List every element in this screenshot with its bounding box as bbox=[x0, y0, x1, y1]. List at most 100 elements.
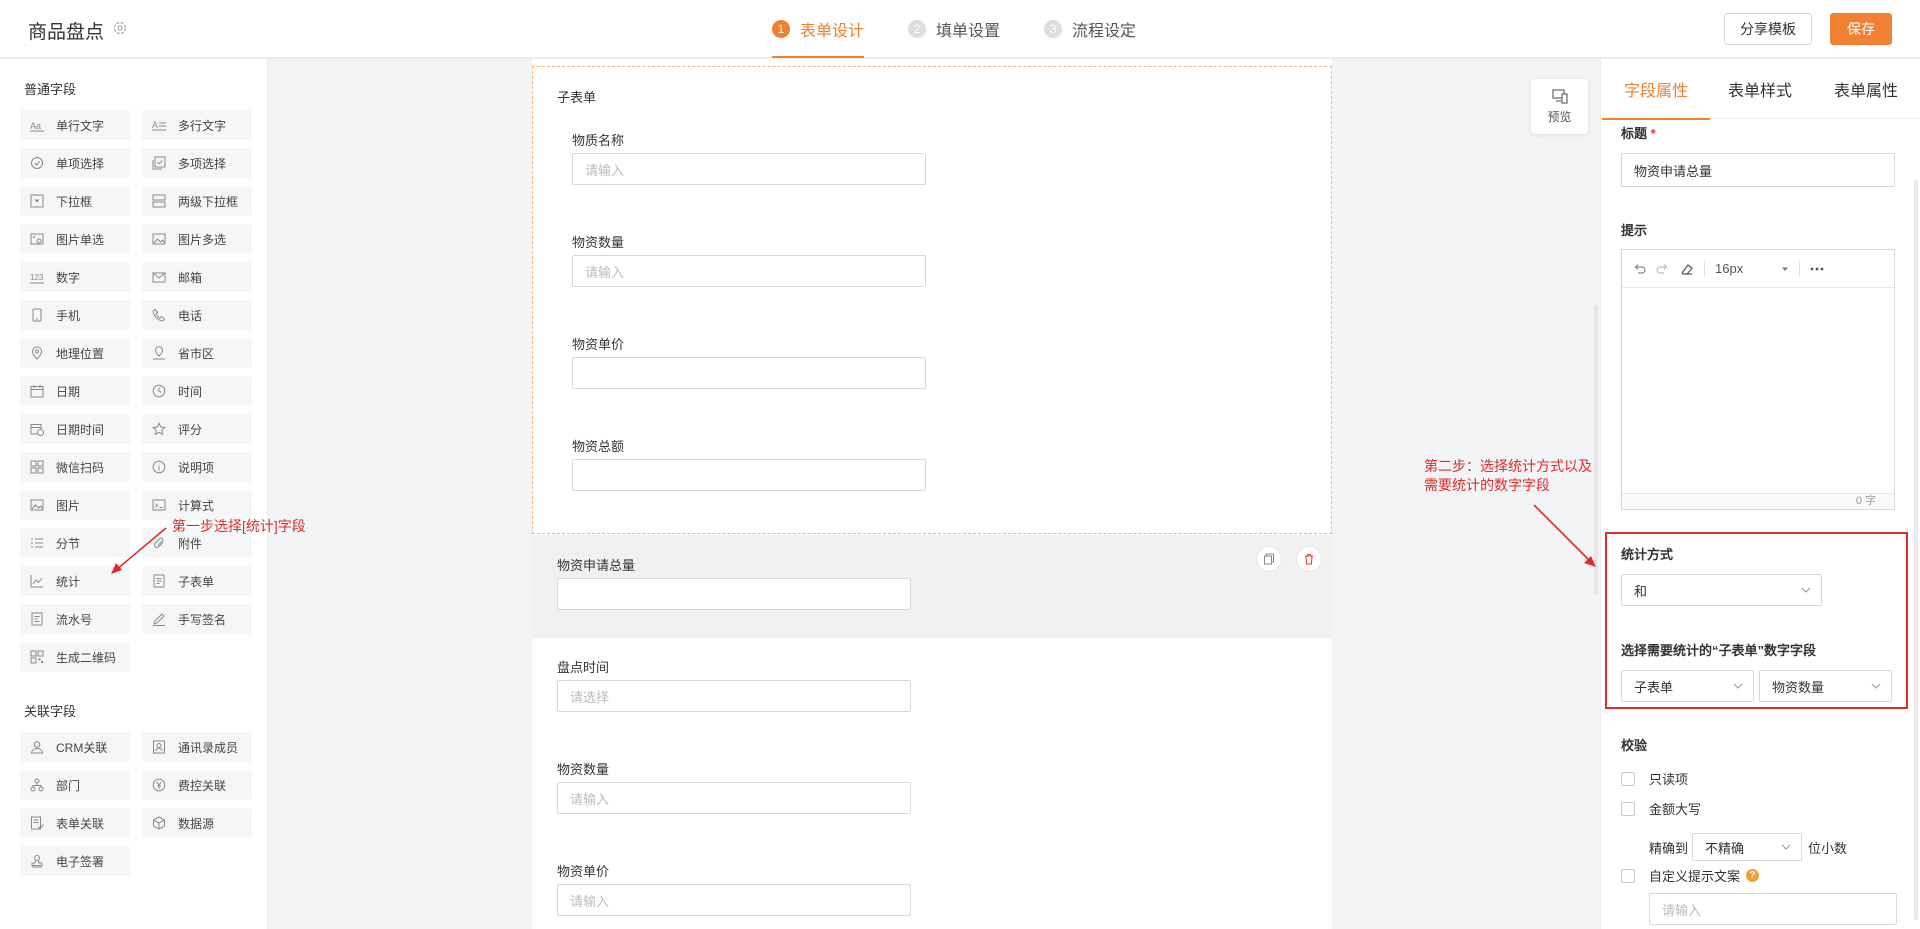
field-type-money[interactable]: 费控关联 bbox=[142, 770, 252, 800]
step-fill-settings[interactable]: 2 填单设置 bbox=[908, 0, 1000, 58]
qr-scan-icon bbox=[30, 460, 44, 474]
step-flow-settings[interactable]: 3 流程设定 bbox=[1044, 0, 1136, 58]
field-type-location[interactable]: 地理位置 bbox=[20, 338, 130, 368]
canvas-scrollbar[interactable] bbox=[1594, 305, 1598, 595]
tab-form-style[interactable]: 表单样式 bbox=[1728, 59, 1792, 119]
field-type-text[interactable]: Aa 单行文字 bbox=[20, 110, 130, 140]
preview-button[interactable]: 预览 bbox=[1531, 79, 1588, 134]
field-type-serial[interactable]: 流水号 bbox=[20, 604, 130, 634]
validate-label: 校验 bbox=[1621, 738, 1648, 753]
field-type-cube[interactable]: 数据源 bbox=[142, 808, 252, 838]
field-type-subform[interactable]: 子表单 bbox=[142, 566, 252, 596]
field-type-image-radio[interactable]: 图片单选 bbox=[20, 224, 130, 254]
readonly-option[interactable]: 只读项 bbox=[1621, 769, 1688, 788]
field-type-label: 省市区 bbox=[178, 346, 215, 361]
field-type-cascade[interactable]: 两级下拉框 bbox=[142, 186, 252, 216]
field-type-org[interactable]: 部门 bbox=[20, 770, 130, 800]
readonly-checkbox[interactable] bbox=[1621, 771, 1635, 786]
more-icon[interactable] bbox=[1810, 267, 1824, 271]
font-size-select[interactable]: 16px bbox=[1715, 261, 1781, 276]
stat-method-value: 和 bbox=[1634, 583, 1648, 599]
field-type-dropdown[interactable]: 下拉框 bbox=[20, 186, 130, 216]
redo-icon[interactable] bbox=[1656, 262, 1670, 276]
field-type-formula[interactable]: 计算式 bbox=[142, 490, 252, 520]
uppercase-option[interactable]: 金额大写 bbox=[1621, 799, 1701, 818]
field-type-qr-scan[interactable]: 微信扫码 bbox=[20, 452, 130, 482]
preview-label: 预览 bbox=[1547, 110, 1572, 124]
subform-field-label: 物资单价 bbox=[572, 337, 625, 352]
field-input[interactable]: 请输入 bbox=[557, 884, 911, 916]
qrcode-icon bbox=[30, 650, 44, 664]
field-type-image[interactable]: 图片 bbox=[20, 490, 130, 520]
stat-field-select[interactable]: 物资数量 bbox=[1759, 670, 1892, 702]
field-type-star[interactable]: 评分 bbox=[142, 414, 252, 444]
field-type-multiline[interactable]: A 多行文字 bbox=[142, 110, 252, 140]
delete-field-button[interactable] bbox=[1296, 546, 1322, 572]
step-label: 填单设置 bbox=[936, 23, 1001, 40]
subform-field-input[interactable] bbox=[572, 357, 926, 389]
uppercase-checkbox[interactable] bbox=[1621, 801, 1635, 816]
subform-field-label: 物资数量 bbox=[572, 235, 625, 250]
field-type-number[interactable]: 123 数字 bbox=[20, 262, 130, 292]
field-type-phone[interactable]: 电话 bbox=[142, 300, 252, 330]
field-type-clock[interactable]: 时间 bbox=[142, 376, 252, 406]
field-type-signature[interactable]: 手写签名 bbox=[142, 604, 252, 634]
help-icon[interactable]: ? bbox=[1746, 869, 1760, 882]
formula-icon bbox=[152, 498, 166, 512]
custom-hint-option[interactable]: 自定义提示文案? bbox=[1621, 866, 1760, 885]
field-type-chart[interactable]: 统计 bbox=[20, 566, 130, 596]
subform-field-input[interactable] bbox=[572, 459, 926, 491]
subform-field-input[interactable]: 请输入 bbox=[572, 255, 926, 287]
field-type-calendar[interactable]: 日期 bbox=[20, 376, 130, 406]
custom-hint-input[interactable]: 请输入 bbox=[1649, 893, 1897, 925]
top-bar: 商品盘点 1 表单设计 2 填单设置 3 流程设定 分享模板 保存 bbox=[0, 0, 1920, 58]
hint-editor[interactable]: 16px 0 字 bbox=[1621, 249, 1895, 510]
precision-select[interactable]: 不精确 bbox=[1692, 833, 1803, 861]
selected-field-input[interactable] bbox=[557, 578, 911, 610]
field-input[interactable]: 请选择 bbox=[557, 680, 911, 712]
eraser-icon[interactable] bbox=[1680, 262, 1694, 276]
stat-source-select[interactable]: 子表单 bbox=[1621, 670, 1754, 702]
field-type-qrcode[interactable]: 生成二维码 bbox=[20, 642, 130, 672]
field-type-user[interactable]: CRM关联 bbox=[20, 732, 130, 762]
title-input[interactable]: 物资申请总量 bbox=[1621, 153, 1895, 187]
save-button[interactable]: 保存 bbox=[1830, 13, 1892, 45]
field-type-region[interactable]: 省市区 bbox=[142, 338, 252, 368]
field-type-contact[interactable]: 通讯录成员 bbox=[142, 732, 252, 762]
field-type-label: 费控关联 bbox=[178, 778, 227, 793]
section-icon bbox=[30, 536, 44, 550]
field-type-label: 单行文字 bbox=[56, 118, 105, 133]
tab-field-properties[interactable]: 字段属性 bbox=[1601, 59, 1711, 120]
field-type-label: 单项选择 bbox=[56, 156, 105, 171]
chevron-down-icon bbox=[1781, 844, 1791, 850]
gear-icon[interactable] bbox=[112, 20, 128, 36]
copy-icon bbox=[1264, 553, 1274, 565]
undo-icon[interactable] bbox=[1632, 262, 1646, 276]
field-type-checkbox[interactable]: 多项选择 bbox=[142, 148, 252, 178]
field-type-info[interactable]: 说明项 bbox=[142, 452, 252, 482]
field-type-mail[interactable]: 邮箱 bbox=[142, 262, 252, 292]
field-type-radio[interactable]: 单项选择 bbox=[20, 148, 130, 178]
arrow-step2 bbox=[1533, 504, 1596, 567]
app-title: 商品盘点 bbox=[28, 22, 105, 43]
field-type-mobile[interactable]: 手机 bbox=[20, 300, 130, 330]
stat-source-value: 子表单 bbox=[1634, 679, 1674, 695]
copy-field-button[interactable] bbox=[1256, 546, 1282, 572]
tab-form-properties[interactable]: 表单属性 bbox=[1834, 59, 1898, 119]
stat-method-select[interactable]: 和 bbox=[1621, 574, 1822, 606]
field-input[interactable]: 请输入 bbox=[557, 782, 911, 814]
field-type-form-link[interactable]: 表单关联 bbox=[20, 808, 130, 838]
field-type-datetime[interactable]: 日期时间 bbox=[20, 414, 130, 444]
field-type-image-multi[interactable]: 图片多选 bbox=[142, 224, 252, 254]
required-mark: * bbox=[1650, 126, 1656, 141]
subform-field-input[interactable]: 请输入 bbox=[572, 153, 926, 185]
properties-scrollbar[interactable] bbox=[1914, 180, 1918, 920]
custom-hint-checkbox[interactable] bbox=[1621, 868, 1635, 883]
share-template-button[interactable]: 分享模板 bbox=[1724, 13, 1812, 45]
phone-icon bbox=[152, 308, 166, 322]
field-type-section[interactable]: 分节 bbox=[20, 528, 130, 558]
field-type-stamp[interactable]: 电子签署 bbox=[20, 846, 130, 876]
user-icon bbox=[30, 740, 44, 754]
field-type-label: 说明项 bbox=[178, 460, 215, 475]
step-form-design[interactable]: 1 表单设计 bbox=[772, 0, 865, 58]
